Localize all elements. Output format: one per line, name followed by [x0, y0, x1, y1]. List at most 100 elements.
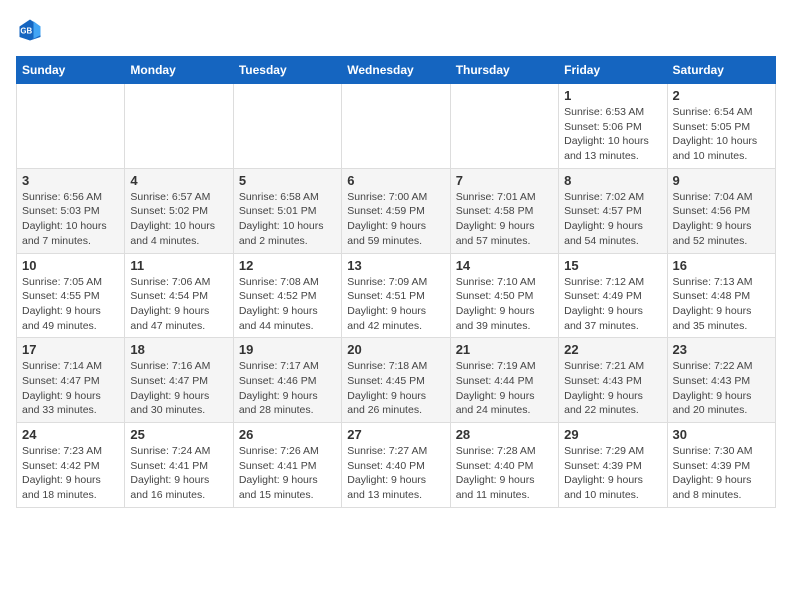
header: GB: [16, 16, 776, 44]
day-number: 10: [22, 258, 119, 273]
day-number: 15: [564, 258, 661, 273]
calendar-cell: 12 Sunrise: 7:08 AM Sunset: 4:52 PM Dayli…: [233, 253, 341, 338]
weekday-header-wednesday: Wednesday: [342, 57, 450, 84]
weekday-header-monday: Monday: [125, 57, 233, 84]
day-number: 1: [564, 88, 661, 103]
day-info: Sunrise: 7:16 AM Sunset: 4:47 PM Dayligh…: [130, 359, 227, 418]
day-info: Sunrise: 6:57 AM Sunset: 5:02 PM Dayligh…: [130, 190, 227, 249]
calendar-cell: 24 Sunrise: 7:23 AM Sunset: 4:42 PM Dayli…: [17, 423, 125, 508]
day-info: Sunrise: 7:14 AM Sunset: 4:47 PM Dayligh…: [22, 359, 119, 418]
calendar-cell: 4 Sunrise: 6:57 AM Sunset: 5:02 PM Daylig…: [125, 168, 233, 253]
calendar-cell: [125, 84, 233, 169]
calendar-cell: 9 Sunrise: 7:04 AM Sunset: 4:56 PM Daylig…: [667, 168, 775, 253]
logo: GB: [16, 16, 48, 44]
calendar-cell: 6 Sunrise: 7:00 AM Sunset: 4:59 PM Daylig…: [342, 168, 450, 253]
calendar-cell: [450, 84, 558, 169]
day-number: 29: [564, 427, 661, 442]
day-number: 2: [673, 88, 770, 103]
calendar-week-row: 10 Sunrise: 7:05 AM Sunset: 4:55 PM Dayli…: [17, 253, 776, 338]
calendar-cell: 1 Sunrise: 6:53 AM Sunset: 5:06 PM Daylig…: [559, 84, 667, 169]
calendar-cell: 5 Sunrise: 6:58 AM Sunset: 5:01 PM Daylig…: [233, 168, 341, 253]
day-number: 23: [673, 342, 770, 357]
calendar-cell: 18 Sunrise: 7:16 AM Sunset: 4:47 PM Dayli…: [125, 338, 233, 423]
calendar-cell: 30 Sunrise: 7:30 AM Sunset: 4:39 PM Dayli…: [667, 423, 775, 508]
day-number: 8: [564, 173, 661, 188]
day-info: Sunrise: 7:09 AM Sunset: 4:51 PM Dayligh…: [347, 275, 444, 334]
day-number: 9: [673, 173, 770, 188]
calendar-week-row: 17 Sunrise: 7:14 AM Sunset: 4:47 PM Dayli…: [17, 338, 776, 423]
day-info: Sunrise: 7:08 AM Sunset: 4:52 PM Dayligh…: [239, 275, 336, 334]
calendar-week-row: 24 Sunrise: 7:23 AM Sunset: 4:42 PM Dayli…: [17, 423, 776, 508]
day-number: 30: [673, 427, 770, 442]
day-info: Sunrise: 6:53 AM Sunset: 5:06 PM Dayligh…: [564, 105, 661, 164]
calendar-cell: 27 Sunrise: 7:27 AM Sunset: 4:40 PM Dayli…: [342, 423, 450, 508]
day-number: 16: [673, 258, 770, 273]
day-info: Sunrise: 7:12 AM Sunset: 4:49 PM Dayligh…: [564, 275, 661, 334]
calendar-cell: 10 Sunrise: 7:05 AM Sunset: 4:55 PM Dayli…: [17, 253, 125, 338]
day-number: 3: [22, 173, 119, 188]
day-number: 24: [22, 427, 119, 442]
calendar-cell: 2 Sunrise: 6:54 AM Sunset: 5:05 PM Daylig…: [667, 84, 775, 169]
page-container: GB SundayMondayTuesdayWednesdayThursdayF…: [16, 16, 776, 508]
day-info: Sunrise: 6:56 AM Sunset: 5:03 PM Dayligh…: [22, 190, 119, 249]
day-number: 21: [456, 342, 553, 357]
calendar-cell: 7 Sunrise: 7:01 AM Sunset: 4:58 PM Daylig…: [450, 168, 558, 253]
calendar-cell: 15 Sunrise: 7:12 AM Sunset: 4:49 PM Dayli…: [559, 253, 667, 338]
weekday-header-row: SundayMondayTuesdayWednesdayThursdayFrid…: [17, 57, 776, 84]
day-number: 11: [130, 258, 227, 273]
calendar-week-row: 1 Sunrise: 6:53 AM Sunset: 5:06 PM Daylig…: [17, 84, 776, 169]
day-info: Sunrise: 7:22 AM Sunset: 4:43 PM Dayligh…: [673, 359, 770, 418]
day-number: 5: [239, 173, 336, 188]
day-number: 18: [130, 342, 227, 357]
calendar-cell: 23 Sunrise: 7:22 AM Sunset: 4:43 PM Dayli…: [667, 338, 775, 423]
day-number: 25: [130, 427, 227, 442]
svg-text:GB: GB: [20, 27, 32, 36]
day-number: 12: [239, 258, 336, 273]
day-info: Sunrise: 7:19 AM Sunset: 4:44 PM Dayligh…: [456, 359, 553, 418]
day-info: Sunrise: 7:23 AM Sunset: 4:42 PM Dayligh…: [22, 444, 119, 503]
day-info: Sunrise: 7:26 AM Sunset: 4:41 PM Dayligh…: [239, 444, 336, 503]
day-info: Sunrise: 7:01 AM Sunset: 4:58 PM Dayligh…: [456, 190, 553, 249]
calendar-cell: 25Sunrise: 7:24 AM Sunset: 4:41 PM Dayli…: [125, 423, 233, 508]
calendar-cell: 11Sunrise: 7:06 AM Sunset: 4:54 PM Dayli…: [125, 253, 233, 338]
day-number: 6: [347, 173, 444, 188]
calendar-cell: 26 Sunrise: 7:26 AM Sunset: 4:41 PM Dayli…: [233, 423, 341, 508]
calendar-cell: 29Sunrise: 7:29 AM Sunset: 4:39 PM Dayli…: [559, 423, 667, 508]
calendar-week-row: 3 Sunrise: 6:56 AM Sunset: 5:03 PM Daylig…: [17, 168, 776, 253]
day-info: Sunrise: 7:27 AM Sunset: 4:40 PM Dayligh…: [347, 444, 444, 503]
calendar-cell: 17 Sunrise: 7:14 AM Sunset: 4:47 PM Dayli…: [17, 338, 125, 423]
day-info: Sunrise: 7:21 AM Sunset: 4:43 PM Dayligh…: [564, 359, 661, 418]
day-number: 27: [347, 427, 444, 442]
day-info: Sunrise: 7:17 AM Sunset: 4:46 PM Dayligh…: [239, 359, 336, 418]
calendar-cell: 21 Sunrise: 7:19 AM Sunset: 4:44 PM Dayli…: [450, 338, 558, 423]
calendar-cell: 20 Sunrise: 7:18 AM Sunset: 4:45 PM Dayli…: [342, 338, 450, 423]
day-info: Sunrise: 6:58 AM Sunset: 5:01 PM Dayligh…: [239, 190, 336, 249]
day-info: Sunrise: 7:00 AM Sunset: 4:59 PM Dayligh…: [347, 190, 444, 249]
logo-icon: GB: [16, 16, 44, 44]
day-number: 28: [456, 427, 553, 442]
weekday-header-tuesday: Tuesday: [233, 57, 341, 84]
calendar-cell: 14Sunrise: 7:10 AM Sunset: 4:50 PM Dayli…: [450, 253, 558, 338]
weekday-header-friday: Friday: [559, 57, 667, 84]
day-number: 20: [347, 342, 444, 357]
day-info: Sunrise: 6:54 AM Sunset: 5:05 PM Dayligh…: [673, 105, 770, 164]
day-info: Sunrise: 7:28 AM Sunset: 4:40 PM Dayligh…: [456, 444, 553, 503]
day-number: 4: [130, 173, 227, 188]
calendar-cell: 22 Sunrise: 7:21 AM Sunset: 4:43 PM Dayli…: [559, 338, 667, 423]
day-info: Sunrise: 7:04 AM Sunset: 4:56 PM Dayligh…: [673, 190, 770, 249]
calendar-cell: 13Sunrise: 7:09 AM Sunset: 4:51 PM Dayli…: [342, 253, 450, 338]
weekday-header-sunday: Sunday: [17, 57, 125, 84]
day-info: Sunrise: 7:18 AM Sunset: 4:45 PM Dayligh…: [347, 359, 444, 418]
calendar-cell: [233, 84, 341, 169]
day-number: 17: [22, 342, 119, 357]
day-info: Sunrise: 7:30 AM Sunset: 4:39 PM Dayligh…: [673, 444, 770, 503]
day-number: 26: [239, 427, 336, 442]
day-info: Sunrise: 7:05 AM Sunset: 4:55 PM Dayligh…: [22, 275, 119, 334]
calendar-cell: 3 Sunrise: 6:56 AM Sunset: 5:03 PM Daylig…: [17, 168, 125, 253]
day-info: Sunrise: 7:13 AM Sunset: 4:48 PM Dayligh…: [673, 275, 770, 334]
calendar-cell: 16 Sunrise: 7:13 AM Sunset: 4:48 PM Dayli…: [667, 253, 775, 338]
day-number: 7: [456, 173, 553, 188]
calendar-table: SundayMondayTuesdayWednesdayThursdayFrid…: [16, 56, 776, 508]
day-number: 22: [564, 342, 661, 357]
weekday-header-saturday: Saturday: [667, 57, 775, 84]
